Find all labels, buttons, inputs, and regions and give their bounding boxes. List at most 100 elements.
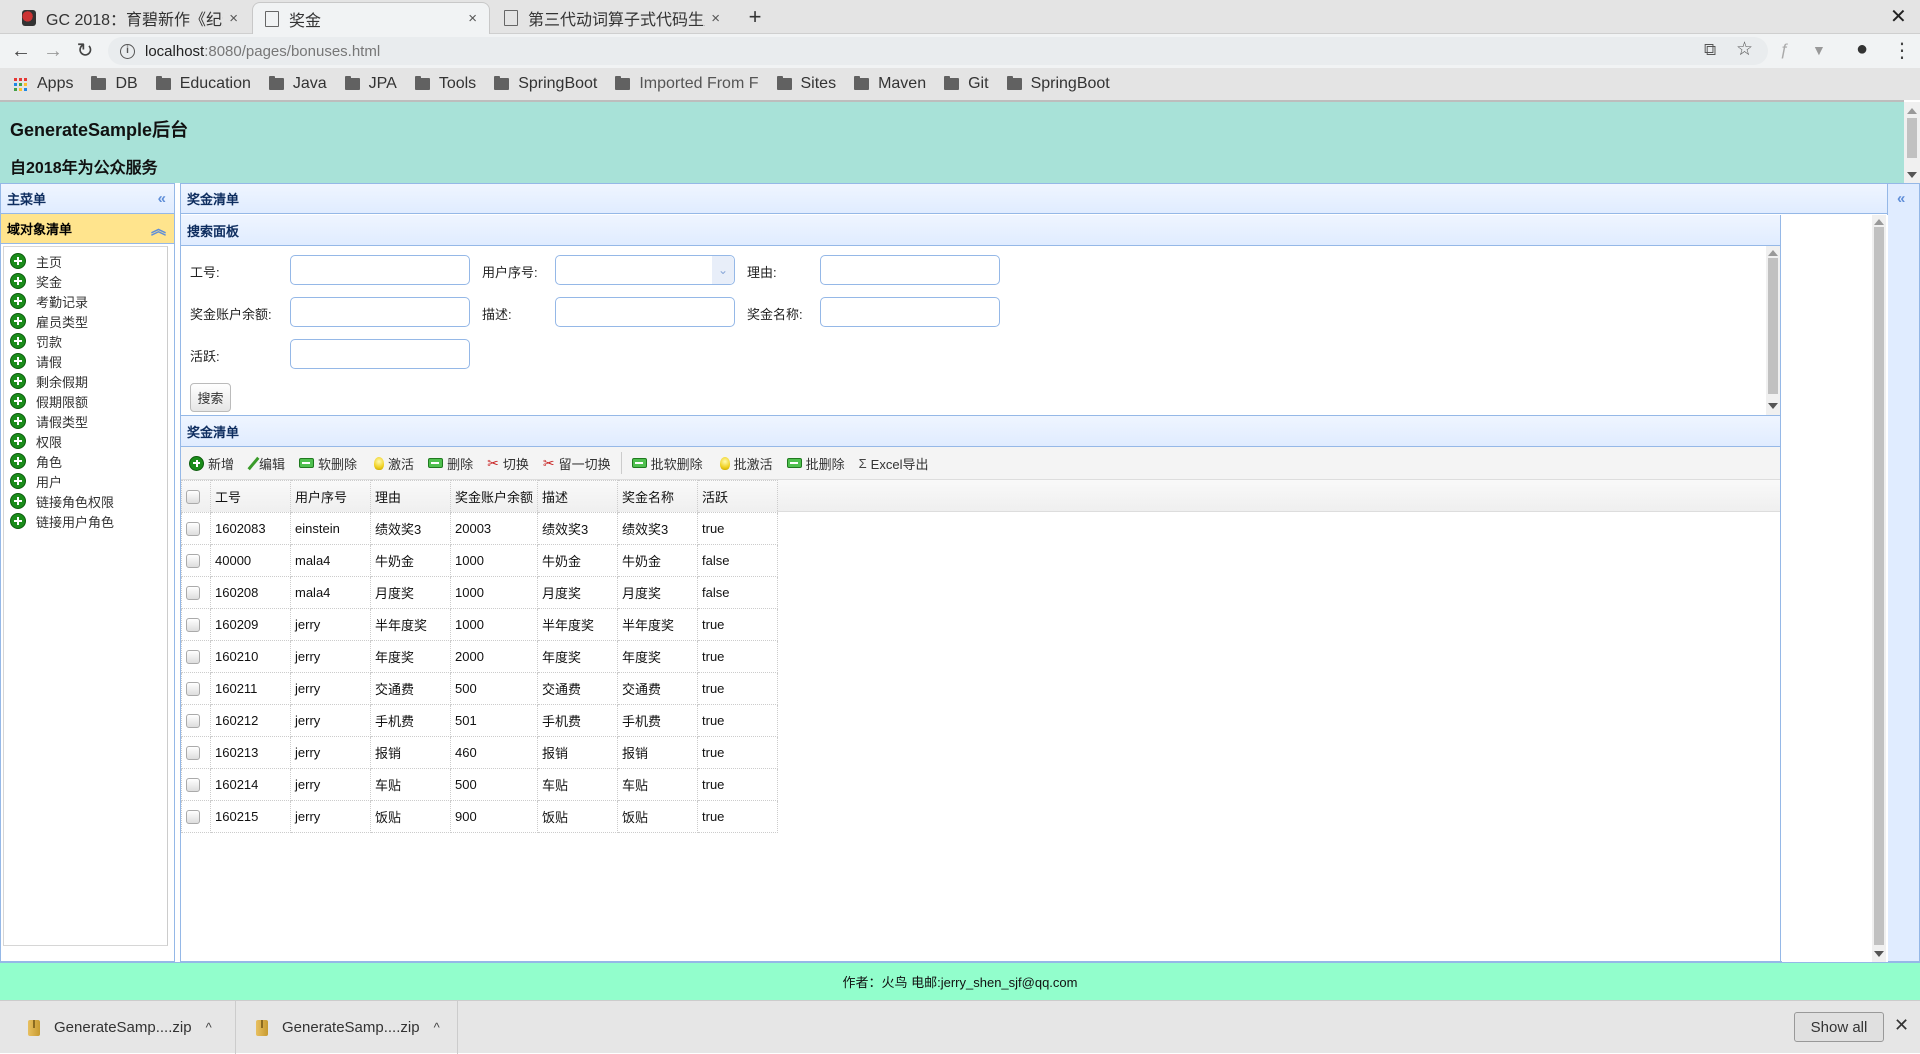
- soft-delete-button[interactable]: 软删除: [299, 454, 357, 473]
- bookmark-star-icon[interactable]: ☆: [1736, 38, 1753, 61]
- bookmark-folder-sites[interactable]: Sites: [776, 75, 836, 93]
- row-checkbox[interactable]: [186, 810, 200, 825]
- fedora-extension-icon[interactable]: ƒ: [1780, 40, 1789, 60]
- menu-item[interactable]: 权限: [4, 431, 167, 451]
- bookmark-folder-db[interactable]: DB: [91, 75, 138, 93]
- scroll-up-icon[interactable]: [1907, 108, 1917, 114]
- back-button[interactable]: ←: [8, 38, 34, 64]
- table-row[interactable]: 40000 mala4 牛奶金 1000 牛奶金 牛奶金 false: [181, 544, 779, 577]
- description-input[interactable]: [555, 297, 735, 327]
- menu-item[interactable]: 链接角色权限: [4, 491, 167, 511]
- collapse-west-icon[interactable]: «: [158, 190, 166, 207]
- center-scrollbar[interactable]: [1872, 215, 1886, 962]
- tab-bonuses[interactable]: 奖金 ×: [252, 2, 490, 34]
- select-all-checkbox[interactable]: [186, 490, 200, 505]
- download-item[interactable]: GenerateSamp....zip ^: [236, 1001, 458, 1054]
- accordion-header-domain-objects[interactable]: 域对象清单 ︽: [1, 214, 174, 244]
- bookmark-folder-tools[interactable]: Tools: [414, 75, 476, 93]
- table-row[interactable]: 1602083 einstein 绩效奖3 20003 绩效奖3 绩效奖3 true: [181, 512, 779, 545]
- delete-button[interactable]: 删除: [428, 454, 473, 473]
- info-icon[interactable]: i: [120, 43, 135, 59]
- translate-icon[interactable]: ⧉: [1704, 40, 1716, 60]
- scroll-down-icon[interactable]: [1907, 172, 1917, 178]
- table-row[interactable]: 160208 mala4 月度奖 1000 月度奖 月度奖 false: [181, 576, 779, 609]
- expand-east-icon[interactable]: «: [1897, 190, 1905, 207]
- scrollbar-thumb[interactable]: [1907, 118, 1917, 158]
- row-checkbox[interactable]: [186, 714, 200, 729]
- column-header[interactable]: 奖金名称: [617, 480, 699, 513]
- menu-item[interactable]: 假期限额: [4, 391, 167, 411]
- row-checkbox[interactable]: [186, 746, 200, 761]
- bookmark-folder-education[interactable]: Education: [155, 75, 251, 93]
- scroll-down-icon[interactable]: [1768, 403, 1778, 409]
- close-tab-icon[interactable]: ×: [468, 10, 477, 27]
- menu-item[interactable]: 主页: [4, 251, 167, 271]
- scroll-up-icon[interactable]: [1874, 219, 1884, 225]
- new-tab-button[interactable]: +: [740, 2, 770, 32]
- balance-input[interactable]: [290, 297, 470, 327]
- toggle-one-button[interactable]: ✂ 留一切换: [543, 454, 611, 473]
- vue-extension-icon[interactable]: ▼: [1812, 42, 1826, 58]
- employee-id-input[interactable]: [290, 255, 470, 285]
- forward-button[interactable]: →: [40, 38, 66, 64]
- batch-activate-button[interactable]: 批激活: [717, 454, 773, 473]
- row-checkbox[interactable]: [186, 682, 200, 697]
- accordion-toggle-icon[interactable]: ︽: [151, 218, 166, 239]
- toggle-button[interactable]: ✂ 切换: [487, 454, 529, 473]
- menu-item[interactable]: 罚款: [4, 331, 167, 351]
- menu-item[interactable]: 考勤记录: [4, 291, 167, 311]
- column-header[interactable]: 理由: [370, 480, 451, 513]
- menu-item[interactable]: 链接用户角色: [4, 511, 167, 531]
- table-row[interactable]: 160211 jerry 交通费 500 交通费 交通费 true: [181, 672, 779, 705]
- bookmark-folder-git[interactable]: Git: [944, 75, 989, 93]
- menu-icon[interactable]: ⋮: [1892, 38, 1912, 63]
- menu-item[interactable]: 奖金: [4, 271, 167, 291]
- scrollbar-thumb[interactable]: [1874, 227, 1884, 945]
- search-panel-scrollbar[interactable]: [1766, 246, 1780, 415]
- download-item[interactable]: GenerateSamp....zip ^: [8, 1001, 236, 1054]
- table-row[interactable]: 160215 jerry 饭贴 900 饭贴 饭贴 true: [181, 800, 779, 833]
- bookmark-apps[interactable]: Apps: [14, 75, 73, 93]
- reason-input[interactable]: [820, 255, 1000, 285]
- row-checkbox[interactable]: [186, 586, 200, 601]
- close-tab-icon[interactable]: ×: [711, 10, 720, 27]
- row-checkbox[interactable]: [186, 778, 200, 793]
- bookmark-folder-springboot-2[interactable]: SpringBoot: [1006, 75, 1110, 93]
- column-header[interactable]: 工号: [210, 480, 291, 513]
- menu-item[interactable]: 用户: [4, 471, 167, 491]
- close-downloads-bar-icon[interactable]: ✕: [1894, 1015, 1909, 1036]
- bookmark-folder-java[interactable]: Java: [268, 75, 327, 93]
- east-panel-collapsed[interactable]: «: [1888, 183, 1920, 962]
- row-checkbox[interactable]: [186, 650, 200, 665]
- table-row[interactable]: 160209 jerry 半年度奖 1000 半年度奖 半年度奖 true: [181, 608, 779, 641]
- batch-delete-button[interactable]: 批删除: [786, 454, 845, 473]
- menu-item[interactable]: 请假类型: [4, 411, 167, 431]
- add-button[interactable]: 新增: [189, 454, 234, 473]
- active-input[interactable]: [290, 339, 470, 369]
- show-all-downloads-button[interactable]: Show all: [1794, 1012, 1884, 1042]
- column-header[interactable]: 奖金账户余额: [449, 480, 539, 513]
- chevron-up-icon[interactable]: ^: [206, 1020, 212, 1035]
- scroll-up-icon[interactable]: [1768, 250, 1778, 256]
- bonus-name-input[interactable]: [820, 297, 1000, 327]
- table-row[interactable]: 160210 jerry 年度奖 2000 年度奖 年度奖 true: [181, 640, 779, 673]
- header-scrollbar[interactable]: [1904, 102, 1920, 183]
- row-checkbox[interactable]: [186, 618, 200, 633]
- row-checkbox[interactable]: [186, 554, 200, 569]
- scrollbar-thumb[interactable]: [1768, 258, 1778, 394]
- menu-item[interactable]: 剩余假期: [4, 371, 167, 391]
- user-id-select[interactable]: ⌄: [555, 255, 735, 285]
- close-window-button[interactable]: ✕: [1890, 4, 1907, 29]
- close-tab-icon[interactable]: ×: [229, 10, 238, 27]
- column-header[interactable]: 描述: [537, 480, 619, 513]
- menu-item[interactable]: 角色: [4, 451, 167, 471]
- column-header[interactable]: 用户序号: [290, 480, 371, 513]
- table-row[interactable]: 160212 jerry 手机费 501 手机费 手机费 true: [181, 704, 779, 737]
- table-row[interactable]: 160214 jerry 车贴 500 车贴 车贴 true: [181, 768, 779, 801]
- bookmark-folder-springboot[interactable]: SpringBoot: [494, 75, 597, 93]
- bookmark-folder-imported[interactable]: Imported From F: [615, 75, 759, 93]
- bookmark-folder-maven[interactable]: Maven: [854, 75, 926, 93]
- table-row[interactable]: 160213 jerry 报销 460 报销 报销 true: [181, 736, 779, 769]
- batch-soft-delete-button[interactable]: 批软删除: [631, 454, 703, 473]
- chevron-up-icon[interactable]: ^: [434, 1020, 440, 1035]
